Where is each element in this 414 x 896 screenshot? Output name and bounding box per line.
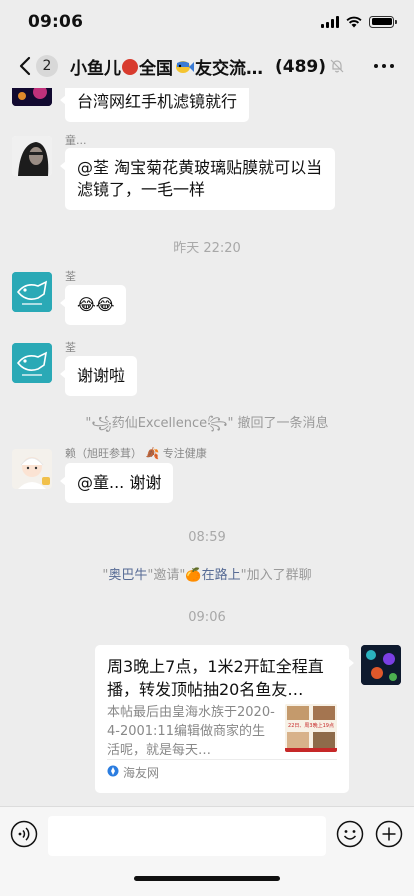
avatar[interactable] [12,136,52,176]
avatar[interactable] [12,343,52,383]
sender-name-suffix: 专注健康 [162,447,207,460]
leaf-emoji: 🍂 [145,447,160,460]
my-avatar[interactable] [361,645,401,685]
timestamp: 09:06 [188,610,226,625]
invite-mid-text: "邀请" [147,568,186,583]
invite-end-text: "加入了群聊 [240,568,312,583]
card-source: 海友网 [123,766,160,780]
chat-title: 小鱼儿 全国 友交流… (489) [70,54,327,80]
emoji-icon[interactable] [336,820,364,848]
invite-notice: "奥巴牛"邀请"🍊在路上"加入了群聊 [0,564,414,583]
avatar[interactable] [12,88,52,106]
link-card[interactable]: 周3晚上7点，1米2开缸全程直播，转发顶帖抽20名鱼友… 本帖最后由皇海水族于2… [95,645,354,793]
avatar[interactable] [12,449,52,489]
plus-icon[interactable] [375,820,403,848]
wifi-icon [346,16,362,28]
timestamp: 08:59 [188,530,226,545]
card-description: 本帖最后由皇海水族于2020-4-2001:11编辑做商家的生活呢，就是每天… [107,705,275,758]
message-list[interactable]: 台湾网红手机滤镜就行 童... @荃 淘宝菊花黄玻璃贴膜就可以当滤镜了，一毛一样… [0,88,414,806]
sender-name: 荃 [65,270,76,283]
battery-icon [369,15,397,28]
message-bubble[interactable]: @童... 谢谢 [59,463,174,503]
sender-name: 荃 [65,341,76,354]
sender-name-main: 赖（旭旺参茸） [65,447,142,460]
orange-emoji: 🍊 [185,568,202,583]
message-input[interactable] [48,816,326,856]
compass-icon [107,765,119,777]
chat-title-part1: 小鱼儿 [70,59,121,79]
message-bubble[interactable]: 谢谢啦 [59,356,138,396]
red-circle-icon [122,58,138,75]
member-count: (489) [275,56,327,77]
avatar[interactable] [12,272,52,312]
sender-name: 赖（旭旺参茸） 🍂 专注健康 [65,445,207,461]
status-bar: 09:06 [0,0,414,44]
unread-badge[interactable]: 2 [36,55,58,77]
input-bar [0,806,414,896]
signal-icon [321,15,339,28]
recall-notice: "꧁药仙Excellence꧂" 撤回了一条消息 [85,416,329,431]
message-bubble[interactable]: @荃 淘宝菊花黄玻璃贴膜就可以当滤镜了，一毛一样 [60,148,335,210]
status-time: 09:06 [28,12,84,32]
card-divider [107,759,337,760]
voice-icon[interactable] [10,820,38,848]
message-bubble[interactable]: 😂😂 [59,285,127,325]
sender-name: 童... [65,134,87,147]
timestamp: 昨天 22:20 [173,241,241,256]
back-icon[interactable] [14,54,38,78]
chat-title-part2: 全国 [139,59,173,79]
home-indicator [134,876,280,881]
chat-header: 2 小鱼儿 全国 友交流… (489) [0,44,414,88]
card-title: 周3晚上7点，1米2开缸全程直播，转发顶帖抽20名鱼友… [107,657,324,699]
card-thumbnail: 22日、周3晚上19点 [285,704,337,752]
more-icon[interactable] [374,64,394,68]
status-icons [321,15,397,28]
tropical-fish-icon [176,60,194,73]
message-bubble[interactable]: 台湾网红手机滤镜就行 [59,88,250,122]
invitee-link[interactable]: 在路上 [202,568,241,583]
mute-icon [330,59,344,73]
thumbnail-caption: 22日、周3晚上19点 [288,723,334,729]
chat-title-part3: 友交流… [195,59,263,79]
inviter-link[interactable]: 奥巴牛 [108,568,147,583]
